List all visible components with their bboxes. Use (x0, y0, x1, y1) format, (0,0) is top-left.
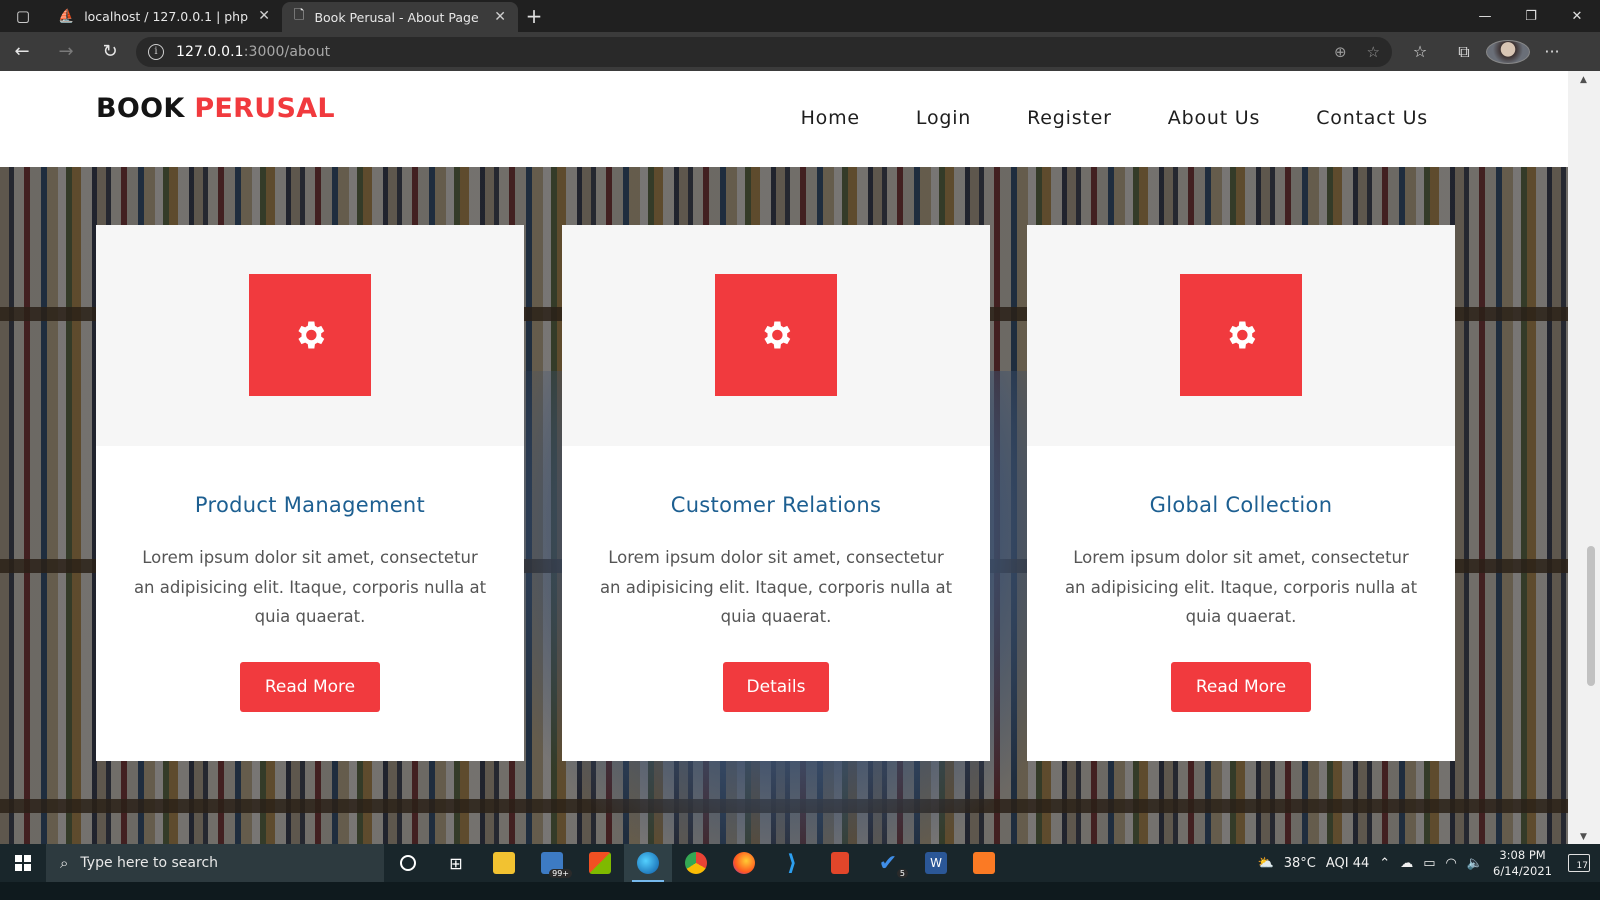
browser-tab-bar: ▢ ⛵ localhost / 127.0.0.1 | phpMyAdmin ✕… (0, 0, 1600, 32)
tab-about-page[interactable]: 🗋 Book Perusal - About Page ✕ (282, 2, 518, 32)
weather-temp[interactable]: 38°C (1284, 856, 1316, 871)
cortana-icon[interactable] (384, 844, 432, 882)
clock[interactable]: 3:08 PM 6/14/2021 (1493, 847, 1552, 879)
scroll-up-icon[interactable]: ▲ (1580, 75, 1587, 85)
close-tab-icon[interactable]: ✕ (494, 9, 506, 25)
page-viewport: BOOK PERUSAL Home Login Register About U… (0, 71, 1568, 844)
close-window-button[interactable]: ✕ (1554, 0, 1600, 32)
card-description: Lorem ipsum dolor sit amet, consectetur … (1064, 548, 1418, 626)
site-logo[interactable]: BOOK PERUSAL (96, 93, 335, 124)
office-icon[interactable] (816, 844, 864, 882)
scroll-down-icon[interactable]: ▼ (1580, 832, 1587, 842)
system-tray: ⛅ 38°C AQI 44 ⌃ ☁ ▭ ◠ 🔈 3:08 PM 6/14/202… (1258, 847, 1600, 879)
add-favorite-icon[interactable]: ☆ (1367, 43, 1380, 61)
word-icon[interactable]: W (912, 844, 960, 882)
card-description: Lorem ipsum dolor sit amet, consectetur … (599, 548, 953, 626)
screen-bottom-strip (0, 882, 1600, 900)
new-tab-button[interactable]: + (518, 0, 550, 32)
clock-time: 3:08 PM (1499, 848, 1546, 862)
edge-icon[interactable] (624, 844, 672, 882)
gear-icon (1180, 274, 1302, 396)
weather-icon[interactable]: ⛅ (1258, 856, 1274, 871)
service-card: Product Management Lorem ipsum dolor sit… (96, 225, 524, 761)
card-description: Lorem ipsum dolor sit amet, consectetur … (133, 548, 487, 626)
zoom-icon[interactable]: ⊕ (1334, 43, 1347, 61)
volume-icon[interactable]: 🔈 (1467, 856, 1483, 871)
todo-icon[interactable]: ✔ 5 (864, 844, 912, 882)
mail-badge: 99+ (549, 869, 572, 878)
tab-actions-icon[interactable]: ▢ (0, 0, 46, 32)
notification-center-icon[interactable]: 17 (1568, 854, 1590, 872)
start-button[interactable] (0, 844, 46, 882)
restore-button[interactable]: ❐ (1508, 0, 1554, 32)
nav-register[interactable]: Register (1027, 107, 1112, 129)
chevron-up-icon[interactable]: ⌃ (1379, 856, 1390, 871)
tab-title: localhost / 127.0.0.1 | phpMyAdmin (84, 8, 249, 24)
battery-icon[interactable]: ▭ (1423, 856, 1435, 871)
clock-date: 6/14/2021 (1493, 864, 1552, 878)
forward-button[interactable]: → (44, 32, 88, 71)
firefox-icon[interactable] (720, 844, 768, 882)
tab-title: Book Perusal - About Page (314, 9, 479, 25)
onedrive-icon[interactable]: ☁ (1400, 856, 1413, 871)
scroll-thumb[interactable] (1587, 546, 1595, 686)
chrome-icon[interactable] (672, 844, 720, 882)
taskbar-search[interactable]: ⌕ Type here to search (46, 844, 384, 882)
card-title: Customer Relations (670, 493, 882, 517)
nav-home[interactable]: Home (801, 107, 860, 129)
browser-toolbar: ← → ↻ i 127.0.0.1:3000/about ⊕ ☆ ☆ ⧉ ··· (0, 32, 1600, 71)
back-button[interactable]: ← (0, 32, 44, 71)
nav-about-us[interactable]: About Us (1168, 107, 1260, 129)
phpmyadmin-favicon-icon: ⛵ (58, 8, 75, 24)
vscode-icon[interactable]: ⟩ (768, 844, 816, 882)
url-text: 127.0.0.1:3000/about (176, 43, 331, 60)
search-icon: ⌕ (60, 854, 69, 872)
card-title: Product Management (194, 493, 426, 517)
windows-taskbar: ⌕ Type here to search ⊞ 99+ ⟩ ✔ 5 W ⛅ 38°… (0, 844, 1600, 882)
notification-count: 17 (1576, 861, 1588, 871)
file-explorer-icon[interactable] (480, 844, 528, 882)
minimize-button[interactable]: — (1462, 0, 1508, 32)
mail-icon[interactable]: 99+ (528, 844, 576, 882)
page-favicon-icon: 🗋 (294, 8, 305, 23)
window-controls: — ❐ ✕ (1462, 0, 1600, 32)
gear-icon (715, 274, 837, 396)
address-bar[interactable]: i 127.0.0.1:3000/about ⊕ ☆ (136, 36, 1392, 67)
read-more-button[interactable]: Read More (240, 662, 380, 712)
site-header: BOOK PERUSAL Home Login Register About U… (0, 71, 1568, 167)
avatar (1486, 39, 1530, 64)
page-scrollbar[interactable]: ▲ ▼ (1568, 71, 1600, 844)
site-info-icon[interactable]: i (148, 43, 164, 60)
card-title: Global Collection (1149, 493, 1333, 517)
wifi-icon[interactable]: ◠ (1446, 856, 1457, 871)
nav-login[interactable]: Login (916, 107, 971, 129)
weather-aqi[interactable]: AQI 44 (1326, 856, 1369, 871)
favorites-icon[interactable]: ☆ (1398, 40, 1442, 64)
settings-menu-icon[interactable]: ··· (1530, 40, 1574, 64)
tab-phpmyadmin[interactable]: ⛵ localhost / 127.0.0.1 | phpMyAdmin ✕ (46, 0, 282, 32)
gear-icon (249, 274, 371, 396)
xampp-icon[interactable] (960, 844, 1008, 882)
refresh-button[interactable]: ↻ (88, 32, 132, 71)
store-icon[interactable] (576, 844, 624, 882)
read-more-button[interactable]: Read More (1171, 662, 1311, 712)
nav-contact-us[interactable]: Contact Us (1316, 107, 1428, 129)
service-card: Customer Relations Lorem ipsum dolor sit… (562, 225, 990, 761)
profile-button[interactable] (1486, 39, 1530, 64)
main-nav: Home Login Register About Us Contact Us (801, 107, 1428, 129)
service-card: Global Collection Lorem ipsum dolor sit … (1027, 225, 1455, 761)
windows-logo-icon (15, 855, 31, 871)
collections-icon[interactable]: ⧉ (1442, 40, 1486, 64)
search-placeholder: Type here to search (80, 855, 219, 871)
todo-badge: 5 (896, 869, 908, 878)
task-view-icon[interactable]: ⊞ (432, 844, 480, 882)
close-tab-icon[interactable]: ✕ (258, 8, 270, 24)
details-button[interactable]: Details (723, 662, 829, 712)
